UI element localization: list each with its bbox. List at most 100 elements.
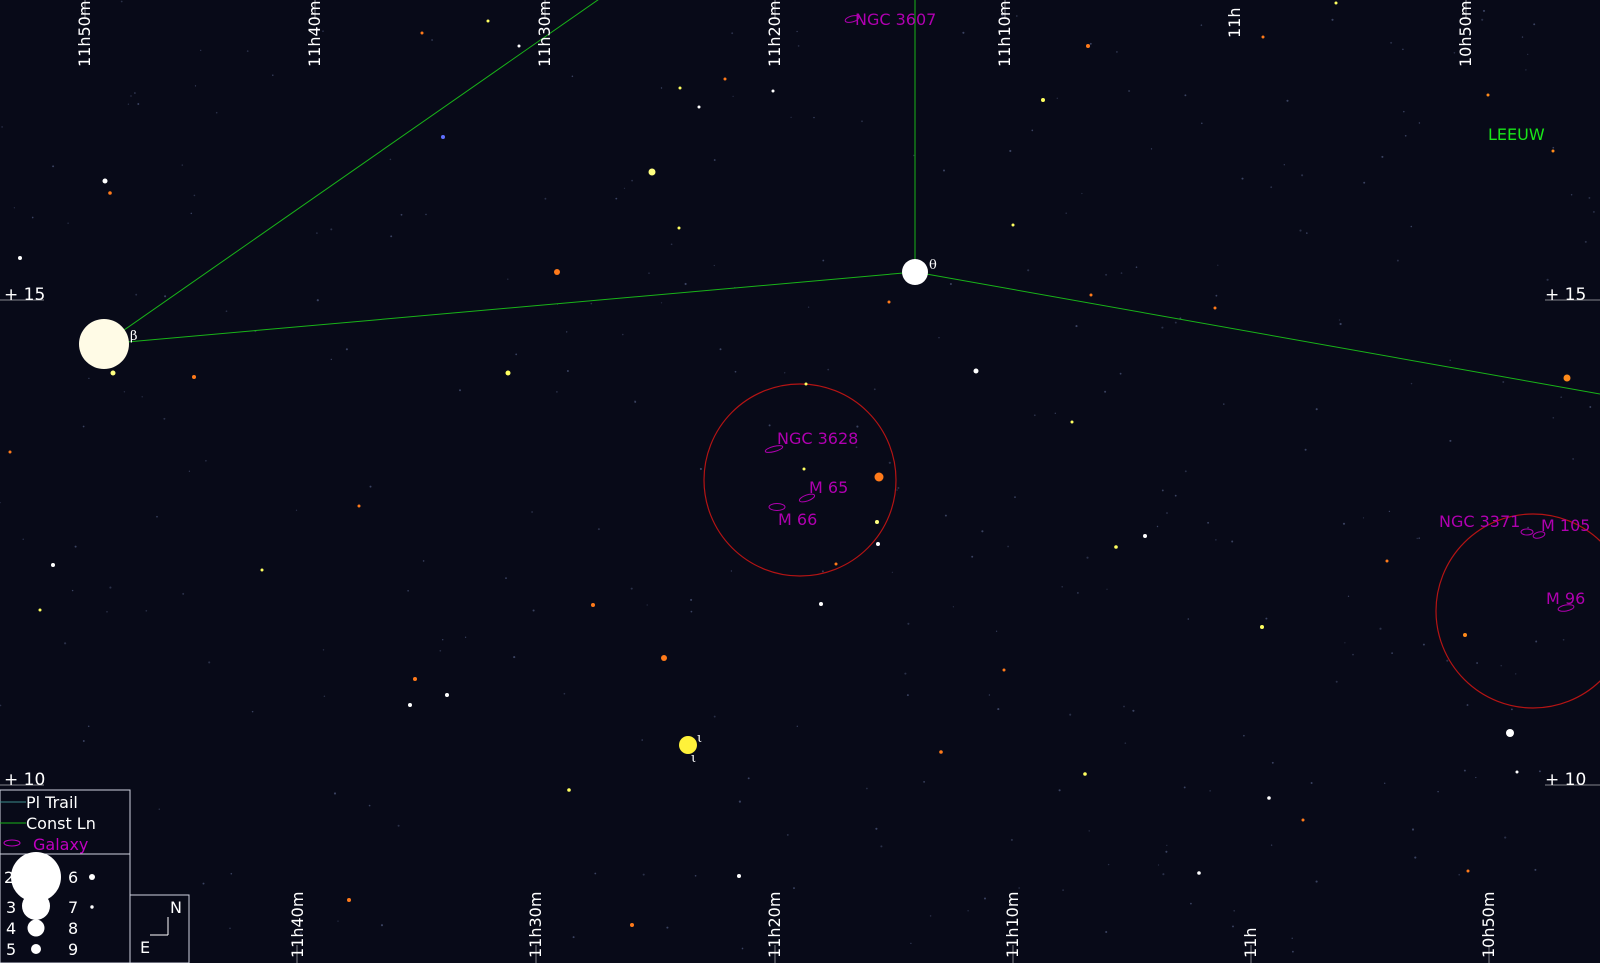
star[interactable] bbox=[1143, 534, 1147, 538]
star[interactable] bbox=[192, 375, 196, 379]
faint-star bbox=[390, 235, 393, 238]
faint-star bbox=[182, 592, 185, 595]
star[interactable] bbox=[1486, 93, 1490, 97]
star[interactable] bbox=[554, 269, 560, 275]
star[interactable] bbox=[723, 77, 727, 81]
faint-star bbox=[1009, 149, 1012, 153]
star[interactable] bbox=[38, 608, 42, 612]
star[interactable] bbox=[697, 105, 701, 109]
star[interactable] bbox=[1563, 374, 1571, 382]
star[interactable] bbox=[567, 788, 571, 792]
star[interactable] bbox=[1334, 1, 1338, 5]
star-chart[interactable]: NGC 3607 NGC 3628 M 65 M 66 NGC 3371 M 1… bbox=[0, 0, 1600, 963]
star-theta-leonis[interactable] bbox=[902, 259, 928, 285]
star[interactable] bbox=[347, 898, 351, 902]
faint-star bbox=[1342, 522, 1346, 525]
faint-star bbox=[272, 74, 274, 76]
star[interactable] bbox=[973, 368, 979, 374]
star[interactable] bbox=[875, 520, 879, 524]
star[interactable] bbox=[1551, 149, 1555, 153]
faint-star bbox=[732, 95, 734, 98]
faint-star bbox=[988, 694, 991, 696]
star-label-iota-duplicate: ι bbox=[691, 751, 696, 766]
faint-star bbox=[74, 545, 77, 548]
star[interactable] bbox=[834, 562, 838, 566]
star[interactable] bbox=[1261, 35, 1265, 39]
star[interactable] bbox=[737, 874, 741, 878]
star[interactable] bbox=[771, 89, 775, 93]
star[interactable] bbox=[517, 44, 521, 48]
star[interactable] bbox=[102, 178, 108, 184]
star[interactable] bbox=[1385, 559, 1389, 563]
star-beta-leonis[interactable] bbox=[79, 319, 129, 369]
faint-star bbox=[330, 358, 332, 361]
star[interactable] bbox=[1002, 668, 1006, 672]
star[interactable] bbox=[1515, 770, 1519, 774]
star[interactable] bbox=[677, 226, 681, 230]
faint-star bbox=[556, 391, 558, 393]
star[interactable] bbox=[648, 168, 656, 176]
star[interactable] bbox=[51, 563, 55, 567]
constellation-name: LEEUW bbox=[1488, 125, 1545, 144]
star[interactable] bbox=[1089, 293, 1093, 297]
star[interactable] bbox=[819, 602, 823, 606]
star[interactable] bbox=[1463, 633, 1467, 637]
faint-star bbox=[938, 336, 940, 339]
star[interactable] bbox=[108, 191, 112, 195]
star[interactable] bbox=[1114, 545, 1118, 549]
faint-star bbox=[246, 50, 249, 52]
star[interactable] bbox=[1086, 44, 1090, 48]
star[interactable] bbox=[1506, 729, 1514, 737]
faint-star bbox=[1291, 937, 1293, 939]
star[interactable] bbox=[1213, 306, 1217, 310]
faint-star bbox=[1339, 322, 1342, 326]
star[interactable] bbox=[1070, 420, 1074, 424]
star[interactable] bbox=[887, 300, 891, 304]
star[interactable] bbox=[874, 472, 884, 482]
star[interactable] bbox=[505, 370, 511, 376]
star[interactable] bbox=[1197, 871, 1201, 875]
star[interactable] bbox=[1301, 818, 1305, 822]
star[interactable] bbox=[1041, 98, 1045, 102]
star[interactable] bbox=[441, 135, 445, 139]
star[interactable] bbox=[939, 750, 943, 754]
faint-star bbox=[1521, 36, 1524, 38]
star[interactable] bbox=[408, 703, 412, 707]
star[interactable] bbox=[486, 19, 490, 23]
star[interactable] bbox=[802, 467, 806, 471]
star[interactable] bbox=[420, 31, 424, 35]
star[interactable] bbox=[8, 450, 12, 454]
faint-star bbox=[1292, 950, 1294, 953]
star[interactable] bbox=[630, 923, 634, 927]
dec-label-left-15: + 15 bbox=[4, 285, 45, 305]
star[interactable] bbox=[1083, 772, 1087, 776]
faint-star bbox=[1416, 537, 1418, 540]
faint-star bbox=[1010, 838, 1013, 841]
star[interactable] bbox=[357, 504, 361, 508]
star[interactable] bbox=[678, 86, 682, 90]
star[interactable] bbox=[110, 370, 116, 376]
faint-star bbox=[1588, 196, 1591, 199]
galaxy-label-ngc3371: NGC 3371 bbox=[1439, 512, 1520, 531]
faint-star bbox=[1162, 873, 1165, 876]
faint-star bbox=[822, 259, 825, 262]
star[interactable] bbox=[1011, 223, 1015, 227]
faint-star bbox=[1301, 174, 1304, 177]
star[interactable] bbox=[1260, 625, 1264, 629]
faint-star bbox=[660, 87, 663, 89]
faint-star bbox=[566, 331, 568, 333]
star[interactable] bbox=[260, 568, 264, 572]
star[interactable] bbox=[1466, 869, 1470, 873]
ra-label-bottom: 11h bbox=[1241, 928, 1260, 959]
star[interactable] bbox=[661, 655, 667, 661]
star[interactable] bbox=[876, 542, 880, 546]
star[interactable] bbox=[591, 603, 595, 607]
faint-star bbox=[1107, 863, 1110, 866]
star[interactable] bbox=[18, 256, 22, 260]
star[interactable] bbox=[804, 382, 808, 386]
star[interactable] bbox=[445, 693, 449, 697]
star[interactable] bbox=[413, 677, 417, 681]
faint-star bbox=[962, 31, 965, 34]
faint-star bbox=[1183, 786, 1186, 789]
star[interactable] bbox=[1267, 796, 1271, 800]
